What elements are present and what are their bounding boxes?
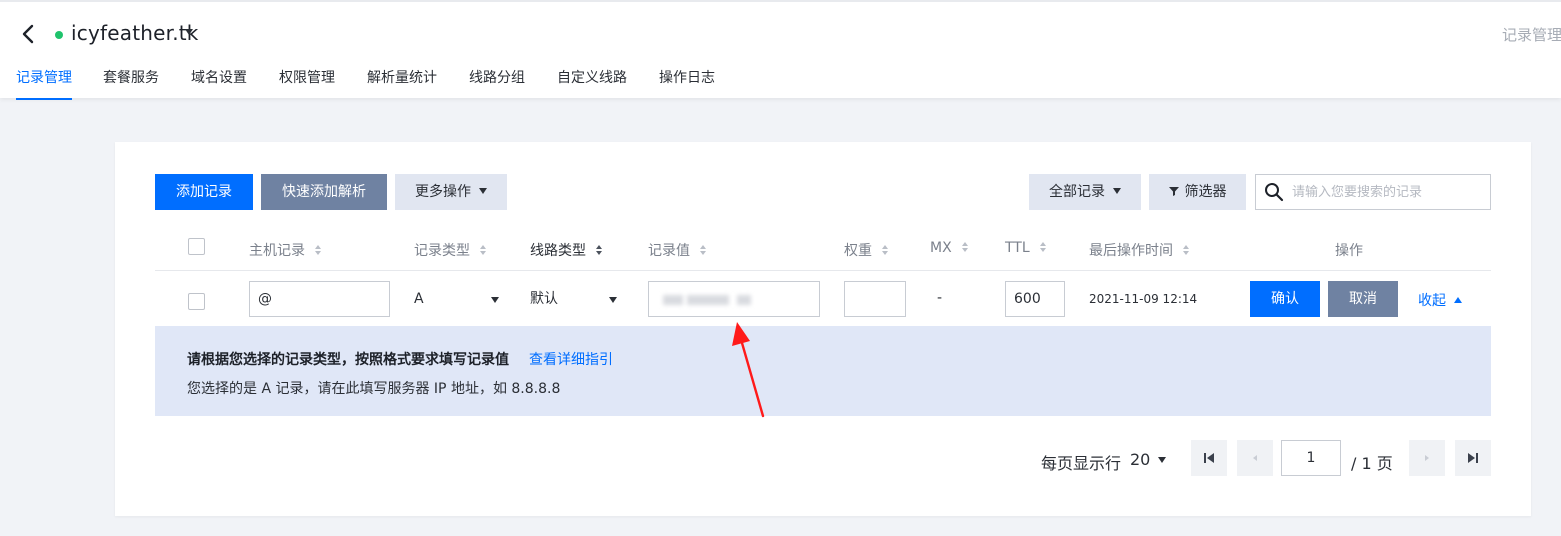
- sort-icon: [961, 242, 968, 252]
- rows-per-page-value: 20: [1130, 450, 1151, 469]
- header-mx-label: MX: [930, 240, 952, 256]
- header-divider: [155, 270, 1491, 271]
- last-modified-time: 2021-11-09 12:14: [1089, 292, 1198, 306]
- filter-button[interactable]: 筛选器: [1149, 174, 1246, 210]
- header-type-label: 记录类型: [414, 243, 470, 259]
- search-icon[interactable]: [1264, 182, 1284, 202]
- header-record-type[interactable]: 记录类型: [414, 240, 486, 260]
- back-arrow-icon[interactable]: [18, 22, 40, 46]
- header-last-modified-label: 最后操作时间: [1089, 243, 1173, 259]
- next-page-button[interactable]: [1409, 440, 1445, 476]
- tab-line-groups[interactable]: 线路分组: [469, 66, 525, 100]
- last-page-icon: [1468, 453, 1478, 463]
- hint-title: 请根据您选择的记录类型，按照格式要求填写记录值: [187, 352, 509, 368]
- sort-icon: [882, 245, 888, 255]
- header-host-label: 主机记录: [249, 243, 305, 259]
- line-type-value: 默认: [530, 291, 558, 307]
- sort-icon: [596, 245, 602, 255]
- sort-icon: [1183, 245, 1189, 255]
- filter-label: 筛选器: [1184, 184, 1227, 200]
- format-hint-panel: 请根据您选择的记录类型，按照格式要求填写记录值 查看详细指引 您选择的是 A 记…: [155, 326, 1491, 416]
- cancel-button[interactable]: 取消: [1328, 281, 1398, 317]
- mx-value: -: [937, 290, 943, 306]
- total-pages: / 1 页: [1351, 454, 1393, 473]
- ttl-input[interactable]: [1005, 281, 1065, 317]
- filter-icon: [1168, 187, 1179, 196]
- tab-record-management[interactable]: 记录管理: [16, 66, 72, 100]
- domain-dropdown-icon[interactable]: [185, 29, 193, 35]
- caret-down-icon: [491, 297, 499, 303]
- first-page-icon: [1204, 453, 1214, 463]
- collapse-link[interactable]: 收起: [1418, 290, 1462, 310]
- header-last-modified[interactable]: 最后操作时间: [1089, 240, 1189, 260]
- hint-body: 您选择的是 A 记录，请在此填写服务器 IP 地址，如 8.8.8.8: [187, 381, 561, 397]
- tab-package-service[interactable]: 套餐服务: [103, 66, 159, 100]
- tab-custom-lines[interactable]: 自定义线路: [557, 66, 627, 100]
- prev-page-icon: [1253, 455, 1257, 461]
- sort-icon: [700, 245, 706, 255]
- host-record-input[interactable]: [249, 281, 390, 317]
- collapse-label: 收起: [1418, 293, 1446, 309]
- records-card: 添加记录 快速添加解析 更多操作 全部记录 筛选器 主机记录 记录类型 线路类型…: [115, 142, 1531, 516]
- rows-per-page-select[interactable]: 20: [1130, 450, 1167, 469]
- caret-down-icon: [1158, 456, 1167, 463]
- header-mx[interactable]: MX: [930, 240, 968, 256]
- sort-icon: [1039, 242, 1046, 252]
- next-page-icon: [1425, 455, 1429, 461]
- record-value-input[interactable]: [648, 281, 820, 317]
- weight-input[interactable]: [844, 281, 906, 317]
- sort-icon: [315, 245, 321, 255]
- header-line-label: 线路类型: [530, 243, 586, 259]
- header-record-value[interactable]: 记录值: [648, 240, 706, 260]
- header-ttl[interactable]: TTL: [1005, 240, 1046, 256]
- caret-down-icon: [1113, 188, 1121, 194]
- caret-down-icon: [479, 188, 487, 194]
- confirm-button[interactable]: 确认: [1250, 281, 1320, 317]
- top-bar: icyfeather.tk 记录管理 记录管理 套餐服务 域名设置 权限管理 解…: [0, 0, 1561, 100]
- header-weight[interactable]: 权重: [844, 240, 888, 260]
- select-all-checkbox[interactable]: [188, 238, 205, 255]
- last-page-button[interactable]: [1455, 440, 1491, 476]
- add-record-button[interactable]: 添加记录: [155, 174, 253, 210]
- header-ttl-label: TTL: [1005, 240, 1030, 256]
- record-type-value: A: [414, 291, 424, 307]
- header-weight-label: 权重: [844, 243, 872, 259]
- row-checkbox[interactable]: [188, 293, 205, 310]
- search-input[interactable]: [1292, 176, 1482, 208]
- all-records-dropdown[interactable]: 全部记录: [1029, 174, 1141, 210]
- header-actions: 操作: [1335, 243, 1363, 259]
- header-host-record[interactable]: 主机记录: [249, 240, 321, 260]
- caret-down-icon: [609, 297, 617, 303]
- caret-up-icon: [1454, 296, 1462, 303]
- tab-permission-management[interactable]: 权限管理: [279, 66, 335, 100]
- tab-domain-settings[interactable]: 域名设置: [191, 66, 247, 100]
- view-guide-link[interactable]: 查看详细指引: [529, 349, 613, 369]
- record-type-select[interactable]: A: [414, 281, 499, 317]
- rows-per-page-label: 每页显示行: [1041, 454, 1122, 473]
- domain-title: icyfeather.tk: [71, 21, 199, 45]
- quick-add-button[interactable]: 快速添加解析: [261, 174, 387, 210]
- prev-page-button[interactable]: [1237, 440, 1273, 476]
- status-dot-icon: [55, 31, 63, 39]
- more-actions-button[interactable]: 更多操作: [395, 174, 507, 210]
- line-type-select[interactable]: 默认: [530, 281, 617, 317]
- tab-resolution-stats[interactable]: 解析量统计: [367, 66, 437, 100]
- redacted-value: [687, 295, 729, 305]
- all-records-label: 全部记录: [1049, 184, 1105, 200]
- sort-icon: [480, 245, 486, 255]
- search-box: [1255, 174, 1491, 210]
- first-page-button[interactable]: [1191, 440, 1227, 476]
- header-line-type[interactable]: 线路类型: [530, 240, 602, 260]
- redacted-value: [737, 295, 751, 305]
- more-actions-label: 更多操作: [415, 184, 471, 200]
- breadcrumb-current: 记录管理: [1502, 26, 1561, 44]
- page-number-input[interactable]: [1281, 440, 1341, 476]
- tab-operation-log[interactable]: 操作日志: [659, 66, 715, 100]
- redacted-value: [663, 295, 683, 305]
- header-value-label: 记录值: [648, 243, 690, 259]
